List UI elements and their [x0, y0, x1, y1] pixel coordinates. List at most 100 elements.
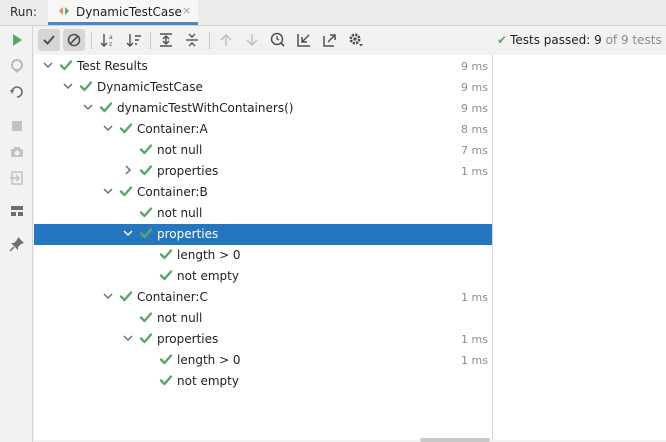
test-passed-icon	[119, 289, 133, 303]
chevron-down-icon[interactable]	[62, 80, 74, 94]
tree-row-label: Test Results	[77, 59, 148, 73]
left-toolbar	[0, 26, 33, 442]
tree-row[interactable]: not null	[34, 308, 492, 329]
tree-row[interactable]: properties 1 ms	[34, 329, 492, 350]
toggle-auto-test-icon[interactable]	[8, 83, 26, 101]
export-tests-icon[interactable]	[319, 29, 341, 51]
next-failed-icon[interactable]	[241, 29, 263, 51]
history-icon[interactable]	[267, 29, 289, 51]
tree-row-label: not empty	[177, 374, 239, 388]
rerun-icon[interactable]	[8, 31, 26, 49]
svg-text:a: a	[109, 34, 113, 41]
tree-row[interactable]: not null	[34, 203, 492, 224]
test-results-tree: Test Results 9 ms DynamicTestCase 9 ms dynam…	[34, 55, 493, 440]
test-passed-icon	[139, 142, 153, 156]
chevron-down-icon[interactable]	[42, 59, 54, 73]
tree-row-duration: 9 ms	[461, 102, 488, 115]
close-icon[interactable]: ×	[182, 4, 191, 17]
tree-row-duration: 9 ms	[461, 81, 488, 94]
tree-row-label: length > 0	[177, 248, 241, 262]
chevron-right-icon[interactable]	[122, 164, 134, 178]
import-tests-icon[interactable]	[293, 29, 315, 51]
test-passed-icon	[159, 268, 173, 282]
test-run-icon	[57, 4, 71, 18]
tree-row-label: DynamicTestCase	[97, 80, 203, 94]
rerun-failed-icon[interactable]	[8, 57, 26, 75]
tree-row[interactable]: Container:C 1 ms	[34, 287, 492, 308]
tree-row-label: properties	[157, 164, 219, 178]
toolbar-separator	[150, 32, 151, 49]
test-passed-icon	[139, 163, 153, 177]
test-passed-icon	[119, 121, 133, 135]
stop-icon[interactable]	[8, 117, 26, 135]
expand-all-icon[interactable]	[155, 29, 177, 51]
tree-row-label: properties	[157, 227, 219, 241]
toolbar-separator	[91, 32, 92, 49]
prev-failed-icon[interactable]	[215, 29, 237, 51]
horizontal-scrollbar[interactable]	[420, 438, 490, 442]
test-passed-icon	[159, 352, 173, 366]
test-passed-icon	[119, 184, 133, 198]
tree-row-duration: 1 ms	[461, 165, 488, 178]
tree-row-duration: 7 ms	[461, 144, 488, 157]
chevron-down-icon[interactable]	[122, 332, 134, 346]
chevron-down-icon[interactable]	[102, 290, 114, 304]
collapse-all-icon[interactable]	[181, 29, 203, 51]
tree-row-label: not null	[157, 206, 203, 220]
import-icon[interactable]	[8, 169, 26, 187]
tree-row-duration: 8 ms	[461, 123, 488, 136]
tree-row-duration: 1 ms	[461, 354, 488, 367]
tree-row[interactable]: dynamicTestWithContainers() 9 ms	[34, 98, 492, 119]
sort-duration-icon[interactable]	[123, 29, 145, 51]
tree-row-label: properties	[157, 332, 219, 346]
tree-row[interactable]: Container:A 8 ms	[34, 119, 492, 140]
tree-row[interactable]: length > 0	[34, 245, 492, 266]
tree-row[interactable]: DynamicTestCase 9 ms	[34, 77, 492, 98]
svg-text:z: z	[109, 41, 112, 48]
show-passed-icon[interactable]	[38, 29, 60, 51]
tree-row[interactable]: Container:B	[34, 182, 492, 203]
pin-icon[interactable]	[8, 235, 26, 253]
status-suffix: of 9 tests –	[605, 33, 666, 47]
test-passed-icon	[159, 247, 173, 261]
chevron-down-icon[interactable]	[102, 122, 114, 136]
status-passed-count: 9	[594, 33, 602, 47]
test-output-pane	[493, 55, 666, 440]
run-label: Run:	[10, 5, 38, 19]
sort-alpha-icon[interactable]: az	[97, 29, 119, 51]
chevron-down-icon[interactable]	[102, 185, 114, 199]
chevron-down-icon[interactable]	[82, 101, 94, 115]
tree-row[interactable]: length > 0 1 ms	[34, 350, 492, 371]
tree-row-label: not null	[157, 143, 203, 157]
test-passed-icon	[139, 331, 153, 345]
tree-row[interactable]: properties 1 ms	[34, 161, 492, 182]
tree-row-label: length > 0	[177, 353, 241, 367]
tree-row[interactable]: not empty	[34, 371, 492, 392]
test-passed-icon	[139, 226, 153, 240]
tree-row-label: not empty	[177, 269, 239, 283]
test-status: ✔ Tests passed: 9 of 9 tests –	[497, 33, 666, 47]
tab-dynamic-test-case[interactable]: DynamicTestCase ×	[48, 0, 198, 25]
tree-row-duration: 9 ms	[461, 60, 488, 73]
test-passed-icon	[139, 310, 153, 324]
test-passed-icon	[79, 79, 93, 93]
toolbar-separator	[209, 32, 210, 49]
tree-row-label: Container:B	[137, 185, 208, 199]
camera-icon[interactable]	[8, 143, 26, 161]
chevron-down-icon[interactable]	[122, 227, 134, 241]
tab-title: DynamicTestCase	[76, 5, 182, 19]
tree-row-label: dynamicTestWithContainers()	[117, 101, 294, 115]
tree-row-label: not null	[157, 311, 203, 325]
layout-icon[interactable]	[8, 202, 26, 220]
check-icon: ✔	[497, 33, 508, 47]
settings-icon[interactable]	[345, 29, 367, 51]
show-ignored-icon[interactable]	[63, 29, 85, 51]
tree-row[interactable]: not null 7 ms	[34, 140, 492, 161]
test-passed-icon	[59, 58, 73, 72]
tree-row-label: Container:A	[137, 122, 208, 136]
tree-row[interactable]: properties	[34, 224, 492, 245]
tree-row[interactable]: not empty	[34, 266, 492, 287]
tree-row-label: Container:C	[137, 290, 208, 304]
tree-row[interactable]: Test Results 9 ms	[34, 56, 492, 77]
test-passed-icon	[159, 373, 173, 387]
